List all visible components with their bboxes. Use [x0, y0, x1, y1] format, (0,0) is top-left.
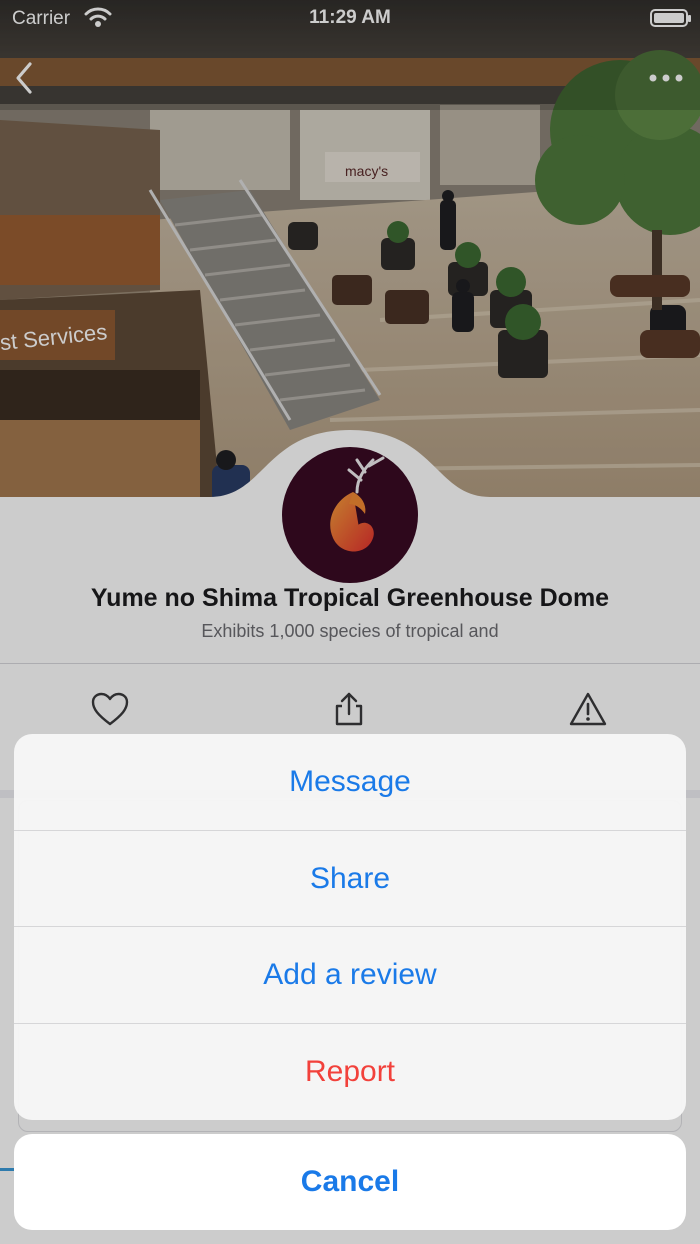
- add-review-option[interactable]: Add a review: [14, 927, 686, 1024]
- message-option[interactable]: Message: [14, 734, 686, 831]
- share-option[interactable]: Share: [14, 831, 686, 927]
- action-sheet: Message Share Add a review Report: [14, 734, 686, 1120]
- cancel-button[interactable]: Cancel: [14, 1134, 686, 1230]
- report-option[interactable]: Report: [14, 1024, 686, 1121]
